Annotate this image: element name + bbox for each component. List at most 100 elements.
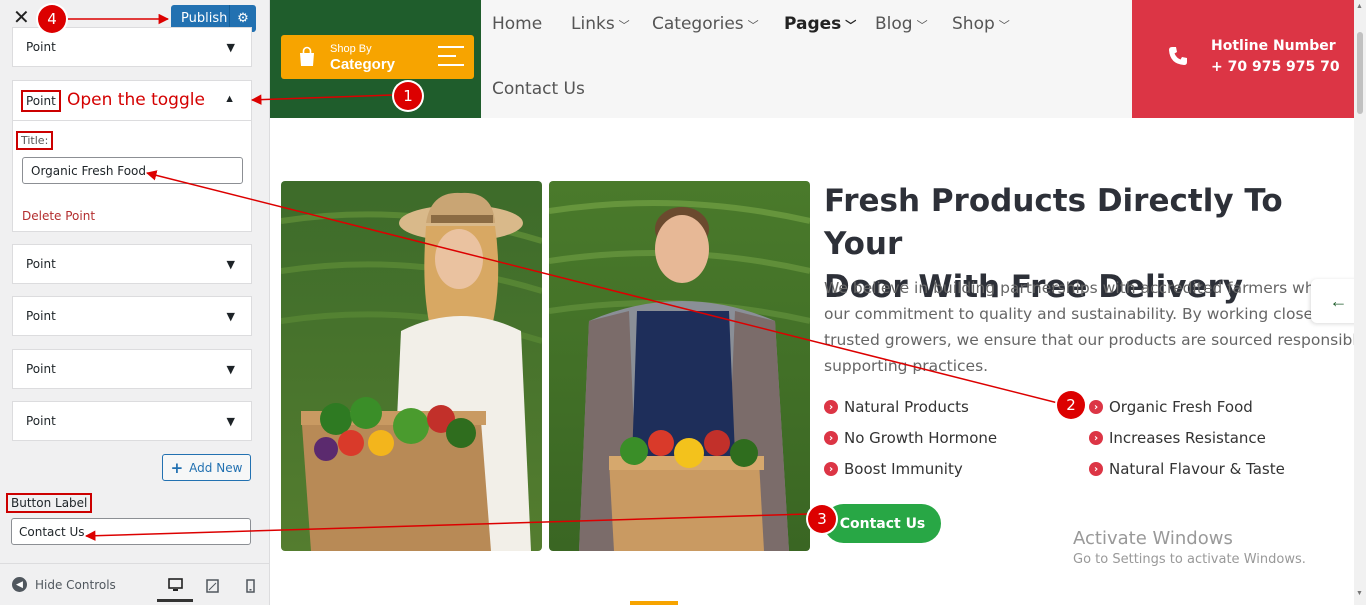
scroll-down-icon[interactable]: ▼: [1356, 590, 1363, 597]
header-logo-area: Shop By Category: [270, 0, 481, 118]
nav-home-label: Home: [492, 14, 543, 34]
feature-label: Organic Fresh Food: [1109, 398, 1253, 416]
arrow-circle-right-icon: ›: [1089, 462, 1103, 476]
button-label-heading: Button Label: [6, 493, 93, 513]
point-label: Point: [26, 414, 56, 428]
hotline-number[interactable]: + 70 975 975 70: [1211, 59, 1340, 75]
feature-label: Boost Immunity: [844, 460, 963, 478]
point-label: Point: [21, 90, 61, 112]
close-icon[interactable]: ✕: [13, 7, 30, 27]
nav-categories-label: Categories: [652, 14, 744, 34]
feature-label: Natural Products: [844, 398, 969, 416]
step-badge-4: 4: [38, 5, 66, 33]
tablet-icon[interactable]: [194, 570, 230, 602]
feature-item: › Natural Flavour & Taste: [1089, 460, 1285, 478]
headline-line-1: Fresh Products Directly To Your: [824, 183, 1283, 262]
plus-icon: +: [170, 458, 184, 477]
arrow-circle-right-icon: ›: [824, 400, 838, 414]
nav-shop[interactable]: Shop ﹀: [952, 14, 1010, 34]
contact-us-button[interactable]: Contact Us: [824, 504, 941, 543]
feature-label: No Growth Hormone: [844, 429, 998, 447]
chevron-down-icon: ﹀: [916, 19, 928, 32]
annotation-open-toggle-text: Open the toggle: [67, 90, 205, 110]
chevron-down-icon: ﹀: [747, 19, 759, 32]
arrow-circle-right-icon: ›: [1089, 400, 1103, 414]
paragraph-line: We believe in building partnerships with…: [824, 279, 1357, 297]
feature-label: Increases Resistance: [1109, 429, 1266, 447]
farmer-man-photo: [549, 181, 810, 551]
shop-by-label: Shop By: [330, 43, 372, 55]
scrollbar-thumb[interactable]: [1357, 32, 1363, 114]
feature-label: Natural Flavour & Taste: [1109, 460, 1285, 478]
button-label-input[interactable]: [11, 518, 251, 545]
paragraph-line: our commitment to quality and sustainabi…: [824, 305, 1355, 323]
nav-shop-label: Shop: [952, 14, 995, 34]
publish-label: Publish: [181, 11, 228, 26]
title-input[interactable]: [22, 157, 243, 184]
arrow-circle-right-icon: ›: [824, 462, 838, 476]
point-item[interactable]: Point ▼: [12, 244, 252, 284]
arrow-circle-right-icon: ›: [1089, 431, 1103, 445]
feature-item: › Organic Fresh Food: [1089, 398, 1253, 416]
point-label: Point: [26, 40, 56, 54]
nav-contact-label: Contact Us: [492, 79, 585, 99]
mobile-icon[interactable]: [232, 570, 268, 602]
hide-controls-label: Hide Controls: [35, 577, 116, 592]
shop-by-category-text: Shop By Category: [330, 42, 395, 72]
nav-categories[interactable]: Categories ﹀: [652, 14, 759, 34]
point-label: Point: [26, 309, 56, 323]
farmer-woman-photo: [281, 181, 542, 551]
feature-item: › No Growth Hormone: [824, 429, 997, 447]
paragraph-line: supporting practices.: [824, 357, 989, 375]
title-field-label: Title:: [16, 131, 54, 150]
scroll-up-icon[interactable]: ▲: [1356, 3, 1363, 10]
paragraph-line: trusted growers, we ensure that our prod…: [824, 331, 1366, 349]
menu-icon: [438, 46, 464, 73]
caret-down-icon[interactable]: ▼: [227, 415, 235, 428]
nav-pages-label: Pages: [784, 14, 842, 34]
nav-blog[interactable]: Blog ﹀: [875, 14, 928, 34]
point-item[interactable]: Point ▼: [12, 296, 252, 336]
point-item[interactable]: Point ▼: [12, 27, 252, 67]
point-item[interactable]: Point ▼: [12, 401, 252, 441]
caret-down-icon[interactable]: ▼: [227, 363, 235, 376]
shopping-bag-icon: [300, 46, 314, 66]
shop-by-category-button[interactable]: Shop By Category: [281, 35, 474, 79]
hotline-title: Hotline Number: [1211, 38, 1336, 54]
nav-links[interactable]: Links ﹀: [571, 14, 630, 34]
delete-point-link[interactable]: Delete Point: [22, 209, 95, 223]
add-new-label: Add New: [189, 460, 243, 475]
point-label: Point: [26, 362, 56, 376]
scrollbar[interactable]: ▲ ▼: [1354, 0, 1366, 605]
chevron-down-icon: ﹀: [618, 19, 630, 32]
hotline-block: Hotline Number + 70 975 975 70: [1132, 0, 1366, 118]
arrow-left-icon: ◀: [12, 577, 27, 592]
hero-paragraph: We believe in building partnerships with…: [824, 275, 1366, 379]
nav-blog-label: Blog: [875, 14, 913, 34]
phone-icon: [1169, 47, 1187, 65]
scroll-top-strip: [630, 601, 678, 605]
step-badge-3: 3: [808, 505, 836, 533]
nav-links-label: Links: [571, 14, 615, 34]
caret-down-icon[interactable]: ▼: [227, 258, 235, 271]
point-item[interactable]: Point ▼: [12, 349, 252, 389]
feature-item: › Natural Products: [824, 398, 969, 416]
caret-down-icon[interactable]: ▼: [227, 41, 235, 54]
panel-footer: ◀ Hide Controls: [0, 563, 269, 605]
add-new-button[interactable]: + Add New: [162, 454, 251, 481]
nav-home[interactable]: Home: [492, 14, 542, 34]
chevron-down-icon: ﹀: [845, 19, 857, 32]
nav-contact[interactable]: Contact Us: [492, 79, 585, 99]
windows-watermark-title: Activate Windows: [1073, 528, 1233, 549]
step-badge-2: 2: [1057, 391, 1085, 419]
arrow-circle-right-icon: ›: [824, 431, 838, 445]
point-label: Point: [26, 257, 56, 271]
caret-up-icon[interactable]: ▲: [224, 93, 235, 105]
desktop-icon[interactable]: [157, 570, 193, 602]
main-nav: Home Links ﹀ Categories ﹀ Pages ﹀ Blog ﹀ Sho…: [481, 0, 1132, 118]
caret-down-icon[interactable]: ▼: [227, 310, 235, 323]
arrow-left-icon: ←: [1329, 290, 1348, 311]
hide-controls-button[interactable]: ◀ Hide Controls: [12, 577, 116, 592]
nav-pages[interactable]: Pages ﹀: [784, 14, 856, 34]
feature-item: › Boost Immunity: [824, 460, 963, 478]
